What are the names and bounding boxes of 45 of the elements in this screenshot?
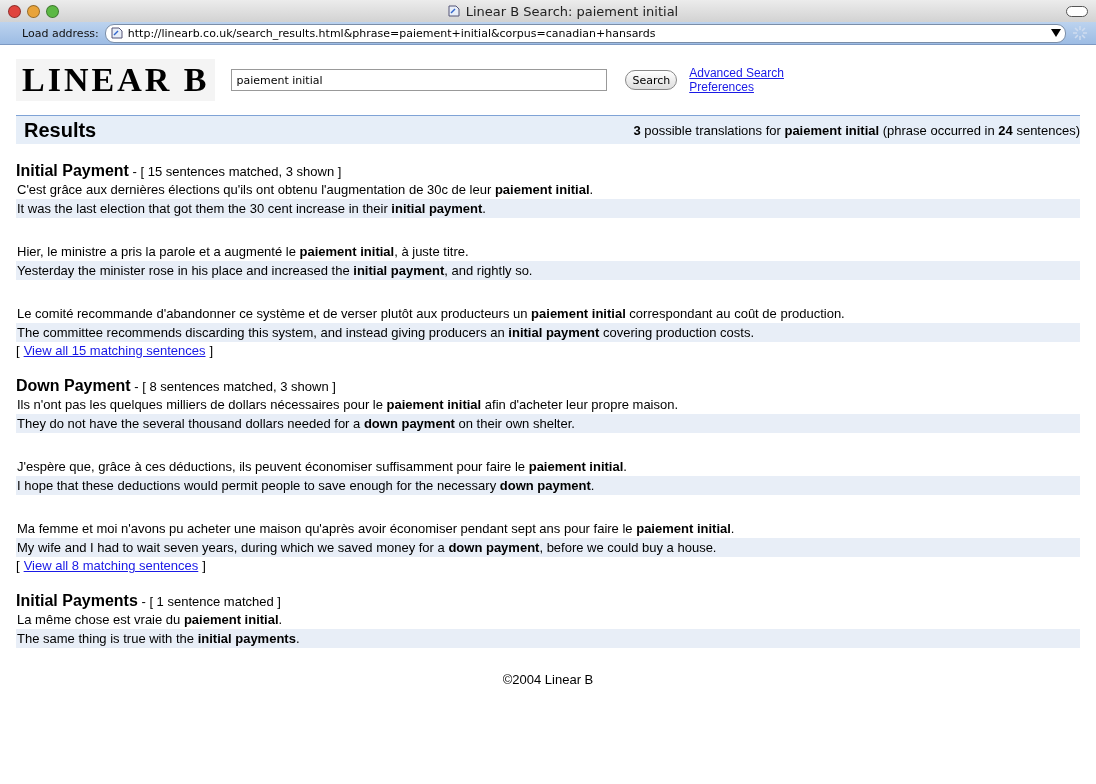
source-sentence: Le comité recommande d'abandonner ce système et de verser plutôt aux producteurs un paiement initial correspondant au coût de production. — [17, 306, 845, 321]
match-count: - [ 15 sentences matched, 3 shown ] — [131, 164, 342, 179]
bracket: ] — [202, 557, 206, 574]
bracket: ] — [209, 342, 214, 359]
source-sentence: Ma femme et moi n'avons pu acheter une maison qu'après avoir économiser pendant sept ans pour faire le paiement initial. — [17, 521, 735, 536]
view-all-link[interactable]: View all 15 matching sentences — [23, 342, 206, 359]
bracket: [ — [16, 557, 20, 574]
page-icon — [446, 4, 461, 18]
source-sentence: C'est grâce aux dernières élections qu'ils ont obtenu l'augmentation de 30c de leur paiement initial. — [17, 182, 594, 197]
address-label: Load address: — [22, 26, 99, 40]
source-sentence: Hier, le ministre a pris la parole et a augmenté le paiement initial, à juste titre. — [17, 244, 469, 259]
zoom-button[interactable] — [46, 4, 59, 18]
source-sentence: La même chose est vraie du paiement initial. — [17, 612, 283, 627]
source-sentence: J'espère que, grâce à ces déductions, ils peuvent économiser suffisamment pour faire le paiement initial. — [17, 459, 627, 474]
page-icon — [109, 26, 124, 40]
search-button[interactable]: Search — [625, 70, 678, 90]
target-sentence: I hope that these deductions would permit people to save enough for the necessary down payment. — [17, 478, 595, 493]
logo: LINEAR B — [16, 59, 216, 101]
bracket: [ — [16, 342, 20, 359]
copyright: ©2004 Linear B — [502, 672, 594, 687]
target-sentence: My wife and I had to wait seven years, during which we saved money for a down payment, before we could buy a house. — [17, 540, 717, 555]
results-summary: 3 possible translations for paiement initial (phrase occurred in 24 sentences) — [633, 122, 1080, 138]
match-count: - [ 1 sentence matched ] — [140, 594, 281, 609]
minimize-button[interactable] — [27, 4, 40, 18]
target-sentence: Yesterday the minister rose in his place and increased the initial payment, and rightly so. — [17, 263, 533, 278]
match-count: - [ 8 sentences matched, 3 shown ] — [133, 379, 336, 394]
target-sentence: The committee recommends discarding this system, and instead giving producers an initial payment covering production costs. — [17, 325, 754, 340]
translation-title: Down Payment — [16, 377, 131, 395]
target-sentence: It was the last election that got them the 30 cent increase in their initial payment. — [17, 201, 486, 216]
target-sentence: The same thing is true with the initial payments. — [17, 631, 300, 646]
translation-title: Initial Payments — [16, 592, 138, 610]
search-field[interactable]: paiement initial — [231, 69, 608, 91]
link[interactable]: Advanced Search — [689, 66, 784, 80]
results-heading: Results — [24, 118, 97, 142]
translation-title: Initial Payment — [16, 162, 129, 180]
window-title: Linear B Search: paiement initial — [465, 3, 679, 19]
view-all-link[interactable]: View all 8 matching sentences — [23, 557, 199, 574]
spinner-icon — [1072, 25, 1088, 41]
toolbar-toggle-button[interactable] — [1066, 5, 1088, 17]
address-field[interactable]: http://linearb.co.uk/search_results.html&phrase=paiement+initial&corpus=canadian+hansards — [104, 23, 1066, 43]
target-sentence: They do not have the several thousand dollars needed for a down payment on their own shelter. — [17, 416, 575, 431]
dropdown-icon[interactable] — [1051, 29, 1061, 37]
source-sentence: Ils n'ont pas les quelques milliers de dollars nécessaires pour le paiement initial afin d'acheter leur propre maison. — [17, 397, 679, 412]
close-button[interactable] — [8, 4, 21, 18]
link[interactable]: Preferences — [689, 80, 784, 94]
